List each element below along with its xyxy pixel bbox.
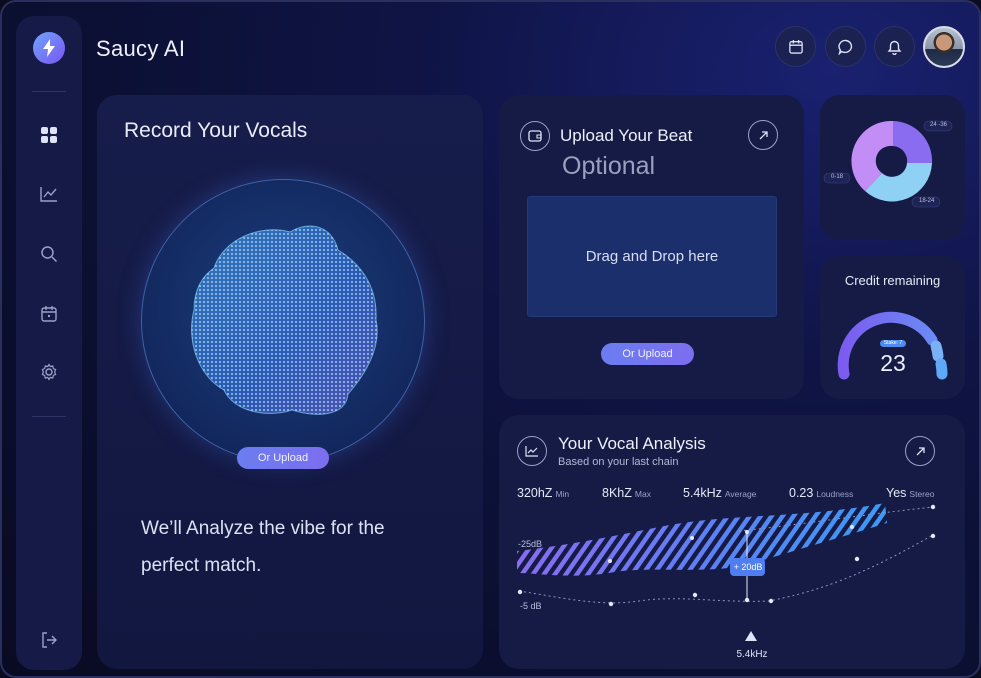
app-window: Saucy AI Record Your Vocals Or Upload We… [0,0,981,678]
beat-upload-button[interactable]: Or Upload [601,343,694,365]
frequency-curve [516,503,949,641]
age-distribution-card: 24 -36 0-18 18-24 [820,95,965,240]
frequency-slider-handle[interactable] [744,629,758,643]
sidebar-divider [32,416,66,417]
trend-icon[interactable] [37,182,61,206]
logo-bolt-icon[interactable] [33,32,65,64]
upload-beat-card: Upload Your Beat Optional Drag and Drop … [499,95,804,399]
db-top-label: -25dB [518,539,543,549]
donut-label-24-36: 24 -36 [930,122,948,128]
sidebar-divider [32,91,66,92]
notifications-button[interactable] [874,26,915,67]
dropzone-text: Drag and Drop here [585,248,719,265]
logout-icon[interactable] [37,628,61,652]
user-avatar[interactable] [923,26,965,68]
credit-card: Credit remaining Stake: 7 23 [820,256,965,399]
voice-orb[interactable] [141,179,426,464]
search-icon[interactable] [37,242,61,266]
donut-label-0-18: 0-18 [831,174,844,180]
upload-subtitle: Optional [562,152,656,180]
record-title: Record Your Vocals [124,119,308,142]
gear-icon[interactable] [37,360,61,384]
credit-title: Credit remaining [844,273,941,288]
db-bottom-label: -5 dB [520,601,542,611]
calendar-icon[interactable] [37,301,61,325]
upload-title: Upload Your Beat [560,126,693,145]
chat-icon [837,39,852,55]
app-title: Saucy AI [96,36,186,61]
beat-dropzone[interactable]: Drag and Drop here [527,196,777,317]
record-upload-button[interactable]: Or Upload [237,447,329,469]
calendar-button[interactable] [775,26,816,67]
wallet-icon [520,121,550,151]
donut-chart [823,120,953,208]
bell-icon [887,40,902,55]
calendar-icon [788,39,803,54]
slider-value-label: 5.4kHz [736,649,768,660]
credit-value: 23 [880,350,906,376]
chat-button[interactable] [825,26,866,67]
record-vocals-card: Record Your Vocals Or Upload We’ll Analy… [97,95,483,669]
sidebar [16,16,82,670]
gain-marker-label: + 20dB [733,562,763,572]
donut-label-18-24: 18-24 [919,198,935,204]
grid-icon[interactable] [37,123,61,147]
credit-badge: Stake: 7 [883,340,903,346]
vocal-analysis-card: Your Vocal Analysis Based on your last c… [499,415,965,669]
expand-arrow-icon[interactable] [748,120,778,150]
voice-blob-visual [142,180,426,464]
record-tagline: We’ll Analyze the vibe for the perfect m… [141,518,385,576]
